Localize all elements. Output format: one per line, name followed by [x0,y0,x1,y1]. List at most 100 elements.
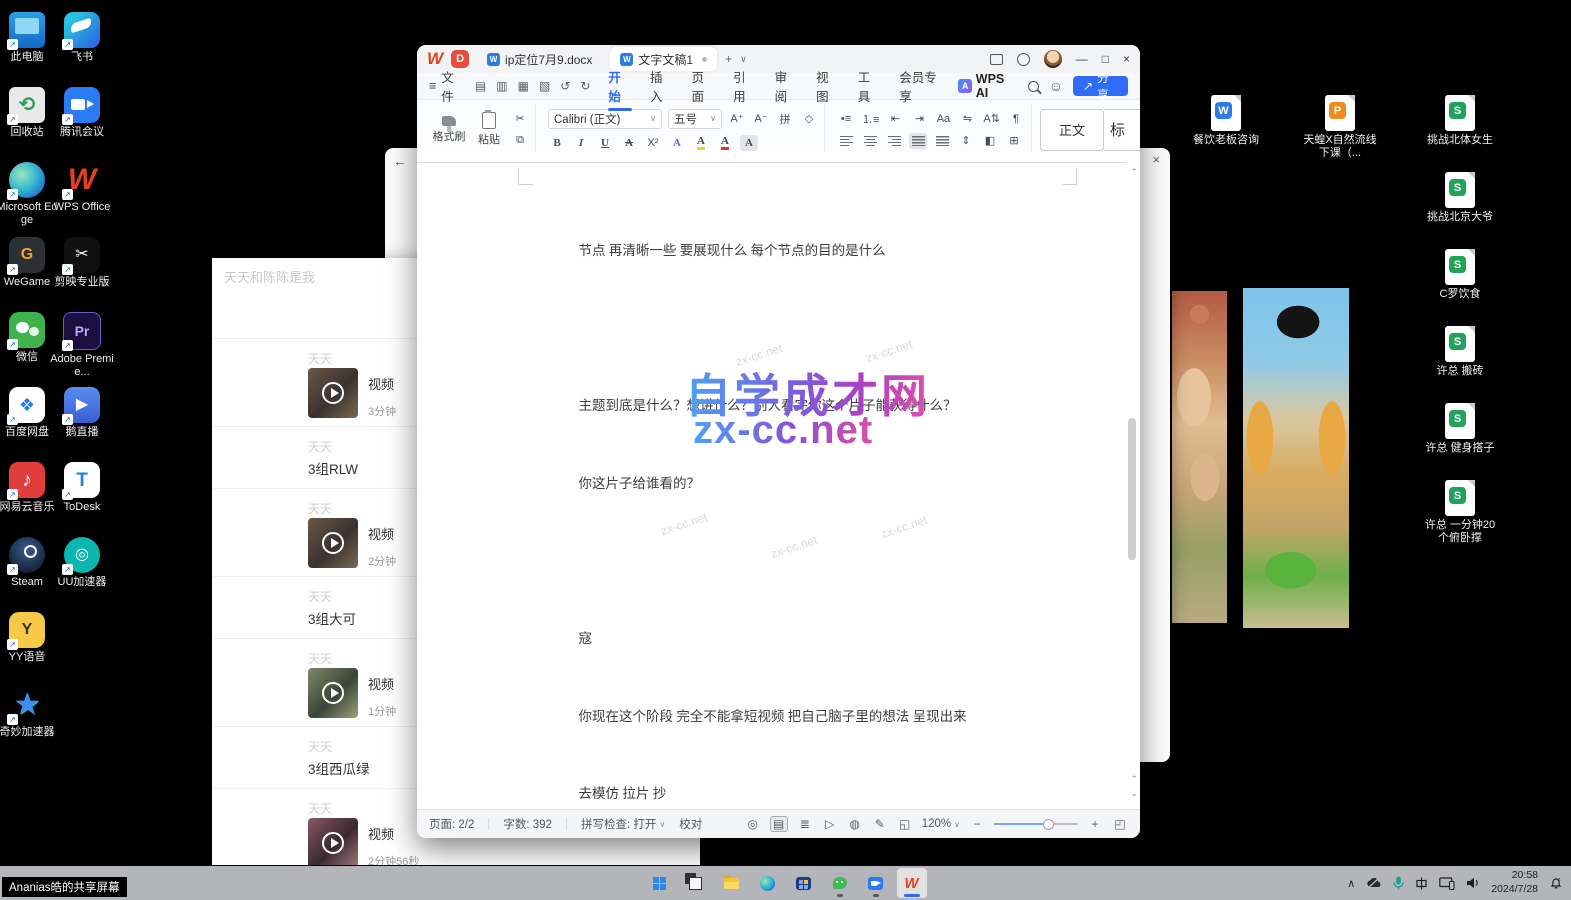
share-button[interactable]: ↗ 分享 [1073,76,1128,96]
document-text[interactable]: 节点 再清晰一些 要展现什么 每个节点的目的是什么 主题到底是什么？想讲什么？别… [538,202,1018,810]
eye-protection-icon[interactable]: ◎ [745,817,761,831]
copy-icon[interactable]: ⧉ [511,133,529,149]
cloud-paused-icon[interactable] [1366,877,1382,889]
speaker-icon[interactable] [1466,877,1480,889]
decrease-indent-button[interactable]: ⇤ [886,111,904,127]
todesk-icon[interactable]: T ToDesk [48,462,116,537]
ribbon-tab[interactable]: 视图 [814,64,842,108]
redo-icon[interactable]: ↻ [580,79,590,93]
ribbon-tab[interactable]: 页面 [690,64,718,108]
zoom-in-button[interactable]: + [1087,817,1103,831]
ribbon-tab[interactable]: 工具 [856,64,884,108]
user-avatar[interactable] [1044,50,1062,68]
print-icon[interactable]: ▦ [518,79,529,93]
zoom-slider[interactable] [994,823,1078,825]
sheet-tiaozhan-beitinvsheng-icon[interactable]: S 挑战北体女生 [1418,95,1502,172]
docer-icon[interactable]: D [451,50,469,68]
format-painter-button[interactable]: 格式刷 [431,116,467,144]
font-color-button[interactable]: A [716,135,734,151]
skin-settings-icon[interactable] [1017,53,1030,66]
zoom-level[interactable]: 120% ∨ [922,818,960,830]
toolbox-app-icon[interactable] [789,868,819,898]
show-marks-button[interactable]: ¶ [1007,111,1025,127]
borders-button[interactable]: ⊞ [1005,133,1023,149]
justify-button[interactable] [909,133,927,149]
sheet-tiaozhan-beijingdaye-icon[interactable]: S 挑战北京大爷 [1418,172,1502,249]
style-normal[interactable]: 正文 [1040,109,1104,151]
sheet-xuzong-jianshen-icon[interactable]: S 许总 健身搭子 [1418,403,1502,480]
change-case-button[interactable]: Aa [934,111,952,127]
print-preview-icon[interactable]: ▧ [539,79,550,93]
text-effects-button[interactable]: A [668,135,686,151]
document-tab-ip-dingwei[interactable]: W ip定位7月9.docx [477,47,602,71]
font-name-select[interactable]: Calibri (正文) ∨ [548,109,662,129]
sheet-xuzong-banzhuan-icon[interactable]: S 许总 搬砖 [1418,326,1502,403]
decrease-font-button[interactable]: A⁻ [752,111,770,127]
character-shading-button[interactable]: A [740,135,758,151]
window-mode-icon[interactable] [990,54,1003,65]
clock[interactable]: 20:58 2024/7/28 [1491,869,1538,896]
collaboration-icon[interactable]: ☺ [1049,78,1063,94]
increase-font-button[interactable]: A⁺ [728,111,746,127]
ribbon-tab[interactable]: 审阅 [773,64,801,108]
video-thumbnail[interactable] [308,818,358,865]
proofread-button[interactable]: 校对 [679,816,702,832]
tencent-meeting-shortcut-icon[interactable]: 腾讯会议 [48,87,116,162]
distribute-button[interactable] [933,133,951,149]
feishu-icon[interactable]: 飞书 [48,12,116,87]
close-icon[interactable]: × [1152,152,1160,167]
premiere-icon[interactable]: Pr Adobe Premie... [48,312,116,387]
ink-annotate-icon[interactable]: ✎ [872,817,888,831]
wps-logo[interactable]: W [427,49,443,69]
align-left-button[interactable] [837,133,855,149]
zoom-slider-knob[interactable] [1043,819,1054,830]
start-button[interactable] [645,868,675,898]
zoom-out-button[interactable]: − [969,817,985,831]
back-arrow-icon[interactable]: ← [393,153,407,169]
outline-view-icon[interactable]: ≣ [797,817,813,831]
wps-office-icon[interactable]: W WPS Office [48,162,116,237]
sheet-cluo-yinshi-icon[interactable]: S C罗饮食 [1418,249,1502,326]
shading-button[interactable]: ◧ [981,133,999,149]
strikethrough-button[interactable]: A [620,135,638,151]
ribbon-tab[interactable]: 引用 [731,64,759,108]
file-menu[interactable]: ≡ 文件 [429,67,465,105]
video-thumbnail[interactable] [308,368,358,418]
italic-button[interactable]: I [572,135,590,151]
read-mode-icon[interactable]: ▷ [822,817,838,831]
word-count[interactable]: 字数: 392 [503,816,552,832]
sheet-xuzong-fuwocheng-icon[interactable]: S 许总 一分钟20个俯卧撑 [1418,480,1502,557]
export-pdf-icon[interactable]: ▥ [496,79,507,93]
cut-icon[interactable]: ✂ [511,111,529,127]
minimize-button[interactable]: — [1076,52,1088,66]
ribbon-tab[interactable]: 开始 [606,64,634,108]
previous-page-button[interactable]: ⌃ [1130,775,1138,784]
video-thumbnail[interactable] [308,668,358,718]
file-explorer-icon[interactable] [717,868,747,898]
uu-accelerator-icon[interactable]: ◎ UU加速器 [48,537,116,612]
superscript-button[interactable]: X² [644,135,662,151]
undo-icon[interactable]: ↺ [560,79,570,93]
highlight-color-button[interactable]: A [692,135,710,151]
spellcheck-status[interactable]: 拼写检查: 打开 ∨ [581,816,665,832]
search-icon[interactable] [1028,81,1039,92]
page-indicator[interactable]: 页面: 2/2 [429,816,474,832]
tab-list-chevron-icon[interactable]: ∨ [740,54,747,65]
yy-voice-icon[interactable]: Y YY语音 [0,612,58,687]
input-indicator-icon[interactable] [1415,877,1428,890]
hidden-icons-chevron-icon[interactable]: ∧ [1347,877,1355,890]
ezhibo-icon[interactable]: ▶ 鹅直播 [48,387,116,462]
line-spacing-button[interactable]: ⇕ [957,133,975,149]
microphone-icon[interactable] [1393,876,1404,890]
paste-button[interactable]: 粘贴 [471,112,507,147]
save-icon[interactable]: ▤ [475,79,486,93]
bullet-list-button[interactable]: •≡ [837,111,855,127]
underline-button[interactable]: U [596,135,614,151]
clear-format-button[interactable]: ◇ [800,111,818,127]
qimiao-accelerator-icon[interactable]: ★ 奇妙加速器 [0,687,58,762]
vertical-scrollbar[interactable] [1128,166,1137,764]
ruler-toggle-icon[interactable]: ⌃ [1130,168,1138,177]
next-page-button[interactable]: ⌄ [1130,789,1138,798]
increase-indent-button[interactable]: ⇥ [910,111,928,127]
align-center-button[interactable] [861,133,879,149]
